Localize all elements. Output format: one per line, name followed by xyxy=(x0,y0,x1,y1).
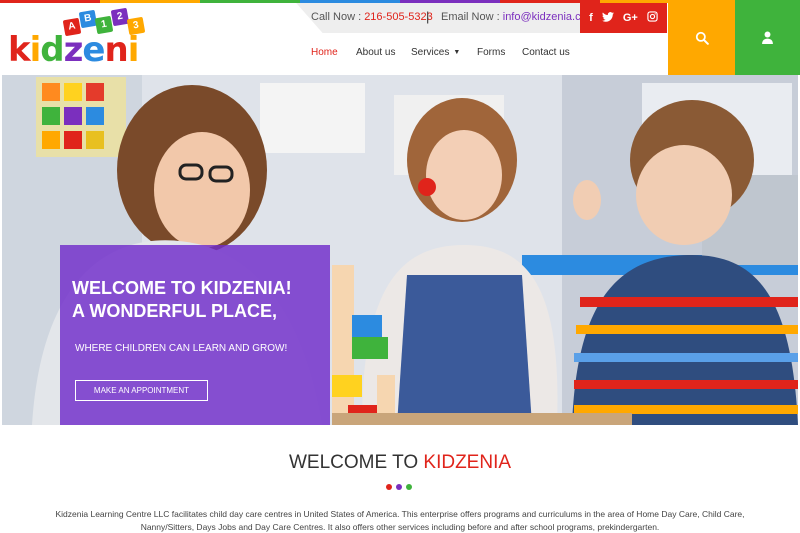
twitter-icon[interactable] xyxy=(601,11,614,25)
facebook-icon[interactable]: f xyxy=(589,12,593,24)
hero-welcome-panel: WELCOME TO KIDZENIA! A WONDERFUL PLACE, … xyxy=(60,245,330,425)
search-button[interactable] xyxy=(668,0,735,75)
instagram-icon[interactable] xyxy=(647,11,658,25)
intro-paragraph: Kidzenia Learning Centre LLC facilitates… xyxy=(55,509,745,532)
logo-letter: e xyxy=(82,30,105,70)
logo-letter: z xyxy=(63,30,84,70)
user-login-button[interactable] xyxy=(735,0,800,75)
nav-about-us[interactable]: About us xyxy=(356,47,395,58)
logo-letter: d xyxy=(40,30,64,70)
make-appointment-button[interactable]: MAKE AN APPOINTMENT xyxy=(75,380,208,401)
hero-heading: WELCOME TO KIDZENIA! A WONDERFUL PLACE, xyxy=(72,278,292,321)
nav-forms[interactable]: Forms xyxy=(477,47,505,58)
search-icon xyxy=(695,31,709,45)
nav-home[interactable]: Home xyxy=(311,47,338,58)
section-divider-dots xyxy=(386,484,412,490)
divider-dot xyxy=(396,484,402,490)
user-icon xyxy=(762,31,773,44)
email-now-text: Email Now : info@kidzenia.com xyxy=(441,11,596,23)
social-links: f G+ xyxy=(580,3,667,33)
hero-subheading: WHERE CHILDREN CAN LEARN AND GROW! xyxy=(75,343,288,354)
logo-letter: k xyxy=(8,30,31,70)
logo-letter: i xyxy=(29,30,42,70)
contact-separator: | xyxy=(426,9,430,24)
phone-link[interactable]: 216-505-5323 xyxy=(364,11,433,23)
logo-letter: n xyxy=(104,30,128,70)
google-plus-icon[interactable]: G+ xyxy=(623,12,638,24)
nav-services[interactable]: Services ▼ xyxy=(411,47,460,58)
logo-letter: i xyxy=(127,30,140,70)
section-title: WELCOME TO KIDZENIA xyxy=(288,452,512,473)
site-logo[interactable]: AB123 kidzenia xyxy=(8,7,158,107)
divider-dot xyxy=(406,484,412,490)
divider-dot xyxy=(386,484,392,490)
call-now-text: Call Now : 216-505-5323 xyxy=(311,11,433,23)
caret-down-icon: ▼ xyxy=(453,49,461,56)
hero-banner: WELCOME TO KIDZENIA! A WONDERFUL PLACE, … xyxy=(2,75,798,425)
nav-contact-us[interactable]: Contact us xyxy=(522,47,570,58)
